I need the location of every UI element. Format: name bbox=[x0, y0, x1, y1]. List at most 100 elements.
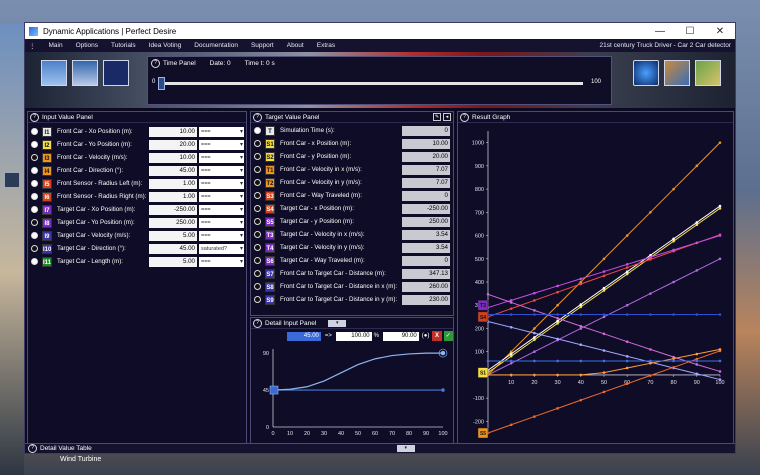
cancel-button[interactable]: X bbox=[432, 331, 442, 341]
target-row-radio[interactable] bbox=[254, 179, 261, 186]
confirm-button[interactable]: ✓ bbox=[443, 331, 453, 341]
help-icon[interactable]: ? bbox=[28, 444, 37, 453]
input-row-mode-select[interactable]: === bbox=[199, 139, 244, 150]
arrow-icon[interactable]: ◂ bbox=[443, 113, 451, 121]
expand-toggle-icon[interactable]: ▾ bbox=[396, 445, 415, 452]
detail-curve-chart[interactable]: 90 45 00 10 20 30 40 50 60 70 80 90 100 bbox=[251, 343, 453, 443]
help-icon[interactable]: ? bbox=[460, 112, 469, 122]
landscape-thumbnail-icon[interactable] bbox=[41, 60, 67, 86]
target-row-radio[interactable] bbox=[254, 244, 261, 251]
input-row-radio[interactable] bbox=[31, 180, 38, 187]
target-row-value: 7.07 bbox=[402, 164, 450, 175]
menu-support[interactable]: Support bbox=[251, 42, 274, 49]
menu-about[interactable]: About bbox=[287, 42, 304, 49]
menu-extras[interactable]: Extras bbox=[317, 42, 335, 49]
input-row-radio[interactable] bbox=[31, 258, 38, 265]
input-row-value-field[interactable]: 10.00 bbox=[149, 152, 197, 163]
data-point bbox=[556, 373, 559, 377]
input-row-mode-select[interactable]: === bbox=[199, 217, 244, 228]
menu-options[interactable]: Options bbox=[76, 42, 98, 49]
target-symbol-icon: T4 bbox=[265, 242, 275, 253]
maximize-icon[interactable]: ☐ bbox=[675, 26, 705, 37]
data-point bbox=[625, 382, 629, 386]
help-icon[interactable]: ? bbox=[253, 318, 262, 328]
data-point bbox=[533, 359, 536, 363]
input-row-value-field[interactable]: 5.00 bbox=[149, 230, 197, 241]
input-row-radio[interactable] bbox=[31, 245, 38, 252]
series-marker-label: S5 bbox=[480, 431, 486, 437]
time-slider-knob[interactable] bbox=[158, 77, 165, 90]
data-point bbox=[625, 234, 629, 237]
target-row-radio[interactable] bbox=[254, 270, 261, 277]
menu-idea-voting[interactable]: Idea Voting bbox=[149, 42, 182, 49]
target-symbol-icon: T3 bbox=[265, 229, 275, 240]
desktop-shortcut-icon[interactable] bbox=[2, 172, 22, 206]
target-row-radio[interactable] bbox=[254, 127, 261, 134]
input-row-value-field[interactable]: 1.00 bbox=[149, 178, 197, 189]
target-row-radio[interactable] bbox=[254, 296, 261, 303]
input-row-mode-select[interactable]: === bbox=[199, 178, 244, 189]
input-row-radio[interactable] bbox=[31, 232, 38, 239]
x-tick-label: 50 bbox=[355, 431, 361, 437]
input-row-mode-select[interactable]: === bbox=[199, 256, 244, 267]
target-row-radio[interactable] bbox=[254, 153, 261, 160]
input-row-value-field[interactable]: 45.00 bbox=[149, 165, 197, 176]
nature-thumbnail-icon[interactable] bbox=[695, 60, 721, 86]
input-row-radio[interactable] bbox=[31, 128, 38, 135]
menu-main[interactable]: Main bbox=[49, 42, 63, 49]
mountain-thumbnail-icon[interactable] bbox=[72, 60, 98, 86]
input-row-radio[interactable] bbox=[31, 219, 38, 226]
target-row-radio[interactable] bbox=[254, 205, 261, 212]
input-row-radio[interactable] bbox=[31, 167, 38, 174]
target-row-radio[interactable] bbox=[254, 231, 261, 238]
help-icon[interactable]: ? bbox=[151, 58, 160, 68]
input-row-value-field[interactable]: 5.00 bbox=[149, 256, 197, 267]
data-point bbox=[649, 255, 652, 259]
input-row-value-field[interactable]: -250.00 bbox=[149, 204, 197, 215]
target-row-radio[interactable] bbox=[254, 218, 261, 225]
input-row-value-field[interactable]: 10.00 bbox=[149, 126, 197, 137]
input-row-radio[interactable] bbox=[31, 141, 38, 148]
close-icon[interactable]: ✕ bbox=[705, 26, 735, 37]
data-point bbox=[533, 338, 536, 342]
input-row-value-field[interactable]: 1.00 bbox=[149, 191, 197, 202]
input-row-label: Front Car - Yo Position (m): bbox=[57, 141, 132, 148]
globe-icon[interactable] bbox=[633, 60, 659, 86]
help-icon[interactable]: ? bbox=[253, 112, 262, 122]
target-symbol-icon: S2 bbox=[265, 151, 275, 162]
target-row-value: 347.13 bbox=[402, 268, 450, 279]
input-row-radio[interactable] bbox=[31, 193, 38, 200]
start-handle[interactable] bbox=[269, 385, 279, 395]
input-row-mode-select[interactable]: === bbox=[199, 165, 244, 176]
input-row-mode-select[interactable]: === bbox=[199, 126, 244, 137]
input-row-mode-select[interactable]: === bbox=[199, 152, 244, 163]
menu-tutorials[interactable]: Tutorials bbox=[111, 42, 136, 49]
to-value-input[interactable]: 90.00 bbox=[382, 331, 419, 341]
from-value-input[interactable]: 45.00 bbox=[287, 331, 321, 341]
menu-documentation[interactable]: Documentation bbox=[194, 42, 238, 49]
percent-input[interactable]: 100.00 bbox=[335, 331, 372, 341]
input-row-radio[interactable] bbox=[31, 154, 38, 161]
input-row-value-field[interactable]: 250.00 bbox=[149, 217, 197, 228]
collapse-toggle-icon[interactable]: ▾ bbox=[328, 319, 347, 327]
input-row-mode-select[interactable]: saturated? bbox=[199, 243, 244, 254]
result-graph-chart[interactable]: 10009008007006005004003002001000-100-200… bbox=[458, 123, 733, 443]
help-icon[interactable]: ? bbox=[30, 112, 39, 122]
edit-icon[interactable]: ✎ bbox=[433, 113, 441, 121]
time-slider[interactable] bbox=[158, 77, 583, 90]
input-row-radio[interactable] bbox=[31, 206, 38, 213]
target-row-radio[interactable] bbox=[254, 192, 261, 199]
input-row-value-field[interactable]: 20.00 bbox=[149, 139, 197, 150]
input-row-label: Target Car - Yo Position (m): bbox=[57, 219, 135, 226]
target-row-radio[interactable] bbox=[254, 166, 261, 173]
target-row-radio[interactable] bbox=[254, 140, 261, 147]
target-row-radio[interactable] bbox=[254, 283, 261, 290]
exit-door-icon[interactable] bbox=[103, 60, 129, 86]
input-row-mode-select[interactable]: === bbox=[199, 230, 244, 241]
input-row-mode-select[interactable]: === bbox=[199, 204, 244, 215]
target-row-radio[interactable] bbox=[254, 257, 261, 264]
gallery-thumbnail-icon[interactable] bbox=[664, 60, 690, 86]
input-row-value-field[interactable]: 45.00 bbox=[149, 243, 197, 254]
minimize-icon[interactable]: — bbox=[645, 26, 675, 37]
input-row-mode-select[interactable]: === bbox=[199, 191, 244, 202]
